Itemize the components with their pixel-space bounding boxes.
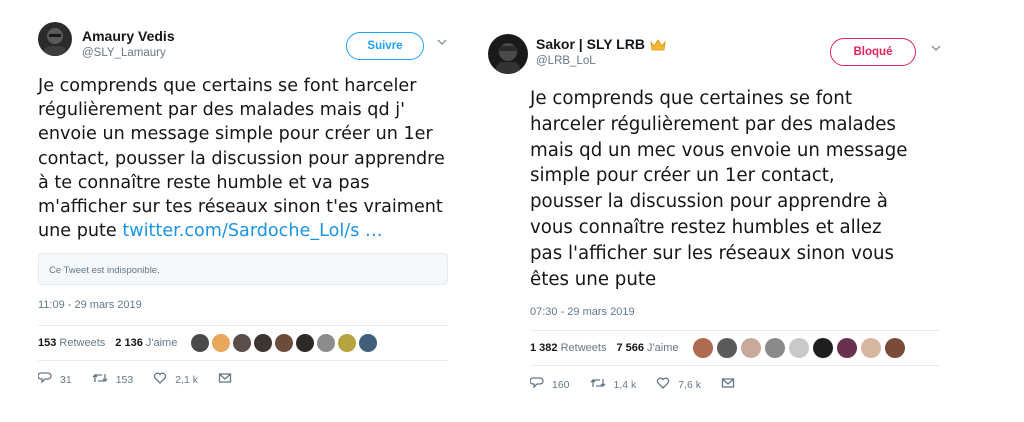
retweets-count: 1 382 — [530, 342, 558, 355]
tweet-actions: 31 153 2,1 k — [37, 371, 450, 388]
retweet-button[interactable]: 153 — [92, 371, 134, 388]
like-count: 2,1 k — [175, 373, 198, 386]
liker-avatar[interactable] — [275, 334, 294, 353]
tweet-2: Sakor | SLY LRB @LRB_LoL Bloqué Je compr… — [488, 28, 946, 393]
author-handle[interactable]: @LRB_LoL — [536, 55, 666, 67]
liker-avatar[interactable] — [338, 334, 357, 353]
retweet-count: 153 — [115, 373, 134, 386]
liker-avatar[interactable] — [788, 338, 809, 359]
heart-icon — [656, 376, 670, 393]
likes-label: J'aime — [145, 337, 178, 350]
retweet-count: 1,4 k — [613, 378, 637, 391]
likes-count: 2 136 — [115, 337, 143, 350]
liker-avatar[interactable] — [764, 338, 785, 359]
tweet-body: Je comprends que certains se font harcel… — [38, 76, 445, 242]
tweet-link[interactable]: twitter.com/Sardoche_Lol/s … — [122, 221, 382, 241]
retweets-count: 153 — [38, 337, 57, 350]
crown-icon — [650, 38, 666, 51]
message-button[interactable] — [721, 376, 743, 393]
reply-button[interactable]: 160 — [529, 376, 570, 393]
tweet-1: Amaury Vedis @SLY_Lamaury Suivre Je comp… — [37, 22, 453, 388]
tweet-stats: 153 Retweets 2 136 J'aime — [38, 325, 448, 362]
follow-button[interactable]: Suivre — [346, 32, 424, 60]
author-name-text: Sakor | SLY LRB — [536, 36, 645, 52]
chevron-down-icon[interactable] — [436, 36, 450, 50]
reply-count: 160 — [552, 378, 570, 391]
liker-avatar[interactable] — [860, 338, 881, 359]
heart-icon — [153, 371, 167, 388]
reply-icon — [529, 376, 544, 393]
message-button[interactable] — [218, 371, 240, 388]
likes-stat[interactable]: 7 566 J'aime — [616, 342, 678, 354]
liker-avatar[interactable] — [812, 338, 833, 359]
liker-avatar[interactable] — [233, 334, 252, 353]
retweets-label: Retweets — [560, 342, 607, 355]
retweet-icon — [590, 376, 606, 393]
likes-label: J'aime — [647, 342, 679, 355]
liker-avatar[interactable] — [359, 334, 378, 353]
envelope-icon — [218, 371, 232, 388]
retweet-button[interactable]: 1,4 k — [590, 376, 637, 393]
quoted-tweet-unavailable: Ce Tweet est indisponible. — [38, 253, 448, 286]
liker-avatar[interactable] — [716, 338, 737, 359]
retweets-stat[interactable]: 153 Retweets — [38, 337, 105, 349]
liker-avatar[interactable] — [212, 334, 231, 353]
avatar[interactable] — [488, 34, 528, 74]
retweet-icon — [92, 371, 108, 388]
reply-count: 31 — [60, 373, 72, 386]
chevron-down-icon[interactable] — [930, 42, 944, 56]
tweet-timestamp[interactable]: 11:09 - 29 mars 2019 — [38, 299, 450, 311]
liker-avatar[interactable] — [254, 334, 273, 353]
author-handle[interactable]: @SLY_Lamaury — [82, 47, 175, 59]
like-button[interactable]: 2,1 k — [153, 371, 198, 388]
author-info: Sakor | SLY LRB @LRB_LoL — [536, 36, 666, 67]
avatar[interactable] — [38, 22, 72, 56]
liker-avatar[interactable] — [317, 334, 336, 353]
reply-button[interactable]: 31 — [37, 371, 72, 388]
like-button[interactable]: 7,6 k — [656, 376, 701, 393]
liker-avatar[interactable] — [884, 338, 905, 359]
retweets-label: Retweets — [59, 337, 106, 350]
author-info: Amaury Vedis @SLY_Lamaury — [82, 28, 175, 59]
tweet-text: Je comprends que certaines se font harce… — [530, 88, 908, 290]
liker-avatar[interactable] — [836, 338, 857, 359]
likers-avatars — [692, 338, 909, 359]
liker-avatar[interactable] — [740, 338, 761, 359]
author-name[interactable]: Amaury Vedis — [82, 28, 175, 44]
blocked-button[interactable]: Bloqué — [830, 38, 916, 66]
liker-avatar[interactable] — [296, 334, 315, 353]
likes-stat[interactable]: 2 136 J'aime — [115, 337, 177, 349]
liker-avatar[interactable] — [692, 338, 713, 359]
envelope-icon — [721, 376, 735, 393]
tweet-header: Amaury Vedis @SLY_Lamaury Suivre — [38, 22, 450, 72]
tweet-text: Je comprends que certains se font harcel… — [38, 74, 453, 243]
tweet-header: Sakor | SLY LRB @LRB_LoL Bloqué — [488, 28, 946, 78]
reply-icon — [37, 371, 52, 388]
like-count: 7,6 k — [678, 378, 702, 391]
tweet-timestamp[interactable]: 07:30 - 29 mars 2019 — [530, 306, 946, 318]
tweet-stats: 1 382 Retweets 7 566 J'aime — [530, 330, 940, 367]
liker-avatar[interactable] — [191, 334, 210, 353]
author-name[interactable]: Sakor | SLY LRB — [536, 36, 666, 52]
tweet-actions: 160 1,4 k 7,6 k — [529, 376, 946, 393]
retweets-stat[interactable]: 1 382 Retweets — [530, 342, 606, 354]
likes-count: 7 566 — [616, 342, 644, 355]
likers-avatars — [191, 334, 380, 353]
